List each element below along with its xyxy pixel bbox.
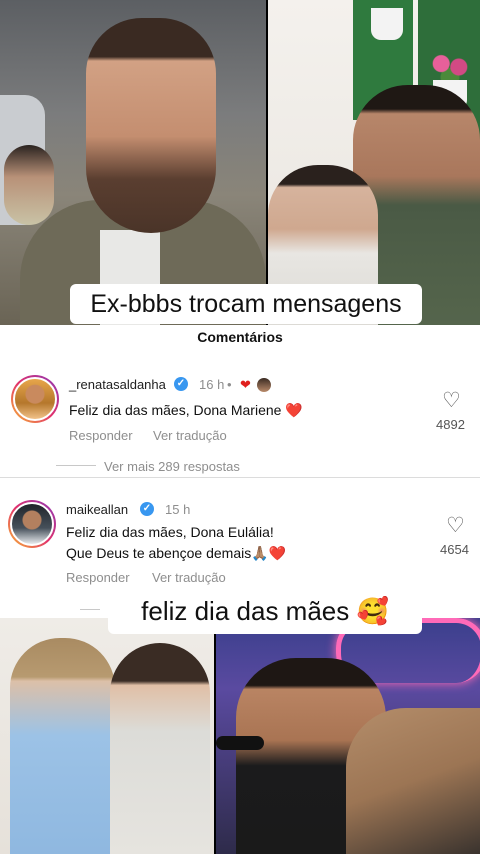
like-count: 4654	[440, 542, 469, 557]
reply-button[interactable]: Responder	[66, 570, 130, 585]
photo-couple-kissing	[216, 618, 480, 854]
reply-button[interactable]: Responder	[69, 428, 133, 443]
verified-badge-icon: ✓	[174, 377, 188, 391]
comment-username[interactable]: maikeallan	[66, 502, 128, 517]
see-translation-button[interactable]: Ver tradução	[153, 428, 227, 443]
comment-divider	[0, 477, 480, 478]
comments-panel: Comentários _renatasaldanha ✓ 16 h • ❤ F…	[0, 325, 480, 618]
comment-time: 15 h	[165, 502, 191, 517]
caption-top: Ex-bbbs trocam mensagens	[70, 284, 422, 324]
view-more-replies-button[interactable]: Ver mais 289 respostas	[104, 459, 240, 474]
author-mini-avatar	[257, 377, 271, 395]
replies-divider	[80, 609, 100, 610]
comments-title: Comentários	[197, 329, 283, 345]
avatar[interactable]	[8, 500, 56, 548]
caption-bottom: feliz dia das mães 🥰	[108, 590, 422, 634]
replies-divider	[56, 465, 96, 466]
comment-text: Feliz dia das mães, Dona Eulália! Que De…	[66, 524, 287, 561]
separator-dot: •	[227, 377, 232, 392]
photo-selfie-with-mother	[268, 0, 480, 325]
comment-username[interactable]: _renatasaldanha	[69, 377, 166, 392]
photo-two-women-sitting	[0, 618, 214, 854]
like-heart-icon[interactable]: ♡	[442, 388, 461, 413]
verified-badge-icon: ✓	[140, 502, 154, 516]
comment-time: 16 h	[199, 377, 225, 392]
see-translation-button[interactable]: Ver tradução	[152, 570, 226, 585]
avatar[interactable]	[11, 375, 59, 423]
photo-man-in-car	[0, 0, 266, 325]
like-heart-icon[interactable]: ♡	[446, 513, 465, 538]
comment-text: Feliz dia das mães, Dona Mariene ❤️	[69, 402, 303, 418]
like-count: 4892	[436, 417, 465, 432]
liked-by-author-heart-icon: ❤	[240, 377, 251, 392]
